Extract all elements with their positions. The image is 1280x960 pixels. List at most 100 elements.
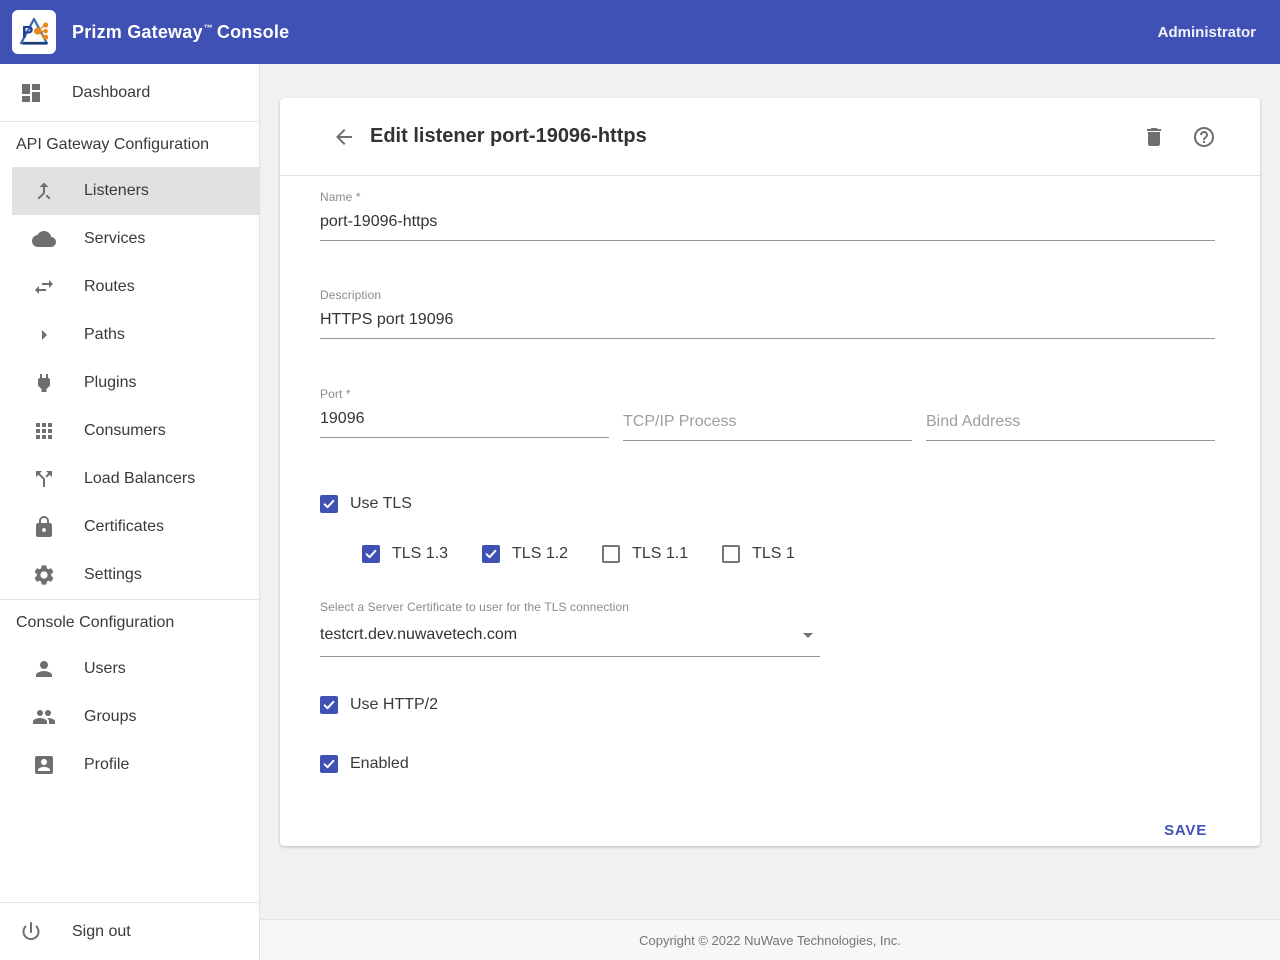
sidebar-item-profile[interactable]: Profile [0,741,259,789]
checkbox-box [482,545,500,563]
arrow-right-icon [32,323,56,347]
gear-icon [32,563,56,587]
use-http2-row: Use HTTP/2 [320,696,1215,717]
swap-horizontal-icon [32,275,56,299]
sidebar-item-label: Paths [84,326,125,344]
person-icon [32,657,56,681]
sidebar-item-label: Settings [84,566,142,584]
app-bar: P Prizm Gateway™ Console Administrator [0,0,1280,64]
current-user-label[interactable]: Administrator [1158,24,1256,41]
dashboard-icon [19,81,43,105]
tls-1-3-checkbox[interactable]: TLS 1.3 [362,545,448,563]
description-input[interactable] [320,302,1215,339]
checkbox-label: Enabled [350,755,409,773]
call-split-icon [32,467,56,491]
enabled-row: Enabled [320,755,1215,776]
back-button[interactable] [332,125,356,149]
brand-name: Prizm Gateway [72,22,203,42]
sidebar-item-consumers[interactable]: Consumers [0,407,259,455]
sidebar-item-label: Routes [84,278,135,296]
check-icon [322,698,336,712]
tcpip-process-field-group [623,387,912,441]
prizm-logo-icon: P [15,13,53,51]
checkbox-box [320,495,338,513]
sidebar-item-settings[interactable]: Settings [0,551,259,599]
checkbox-label: TLS 1.2 [512,545,568,563]
power-plug-icon [32,371,56,395]
trademark-symbol: ™ [204,23,213,33]
app-window: P Prizm Gateway™ Console Administrator [0,0,1280,960]
certificate-field-label: Select a Server Certificate to user for … [320,600,820,614]
checkbox-box [602,545,620,563]
tls-1-checkbox[interactable]: TLS 1 [722,545,795,563]
sign-out-button[interactable]: Sign out [0,903,259,960]
sidebar-item-label: Users [84,660,126,678]
tcpip-process-input[interactable] [623,404,912,441]
tls-1-2-checkbox[interactable]: TLS 1.2 [482,545,568,563]
name-field-group: Name * [320,190,1215,241]
sidebar-item-paths[interactable]: Paths [0,311,259,359]
apps-grid-icon [32,419,56,443]
power-icon [19,920,43,944]
people-icon [32,705,56,729]
sidebar-item-dashboard[interactable]: Dashboard [0,64,259,121]
checkbox-box [362,545,380,563]
account-box-icon [32,753,56,777]
checkbox-box [320,696,338,714]
sidebar-item-label: Services [84,230,145,248]
certificate-selected-value: testcrt.dev.nuwavetech.com [320,626,796,644]
sidebar-item-certificates[interactable]: Certificates [0,503,259,551]
brand-suffix: Console [217,22,289,42]
save-button[interactable]: SAVE [1156,814,1215,847]
sidebar-section-console-config: Console Configuration [0,600,259,645]
sidebar: Dashboard API Gateway Configuration List… [0,64,260,960]
footer-copyright: Copyright © 2022 NuWave Technologies, In… [260,919,1280,960]
bind-address-field-group [926,387,1215,441]
check-icon [364,547,378,561]
sidebar-item-routes[interactable]: Routes [0,263,259,311]
check-icon [484,547,498,561]
description-field-label: Description [320,288,1215,302]
checkbox-label: Use TLS [350,495,412,513]
sidebar-section-api-gateway: API Gateway Configuration [0,122,259,167]
name-input[interactable] [320,204,1215,241]
save-row: SAVE [320,814,1215,847]
sidebar-item-users[interactable]: Users [0,645,259,693]
sidebar-item-label: Certificates [84,518,164,536]
page-title: Edit listener port-19096-https [370,125,647,148]
checkbox-label: TLS 1 [752,545,795,563]
help-button[interactable] [1192,125,1216,149]
main-content: Edit listener port-19096-https Name * [260,64,1280,960]
checkbox-label: Use HTTP/2 [350,696,438,714]
lock-icon [32,515,56,539]
sidebar-item-services[interactable]: Services [0,215,259,263]
listener-form: Name * Description Port * [280,176,1260,847]
port-input[interactable] [320,401,609,438]
bind-address-input[interactable] [926,404,1215,441]
sidebar-item-load-balancers[interactable]: Load Balancers [0,455,259,503]
sidebar-item-label: Groups [84,708,136,726]
delete-button[interactable] [1142,125,1166,149]
enabled-checkbox[interactable]: Enabled [320,755,409,773]
sidebar-item-groups[interactable]: Groups [0,693,259,741]
certificate-field-group: Select a Server Certificate to user for … [320,600,820,657]
tls-1-1-checkbox[interactable]: TLS 1.1 [602,545,688,563]
use-http2-checkbox[interactable]: Use HTTP/2 [320,696,438,714]
app-title: Prizm Gateway™ Console [72,22,289,43]
use-tls-row: Use TLS [320,495,1215,516]
chevron-down-icon [796,623,820,647]
sidebar-item-label: Consumers [84,422,166,440]
name-field-label: Name * [320,190,1215,204]
use-tls-checkbox[interactable]: Use TLS [320,495,412,513]
checkbox-box [722,545,740,563]
svg-text:P: P [22,22,34,42]
checkbox-label: TLS 1.3 [392,545,448,563]
port-row: Port * [320,387,1215,441]
sidebar-item-plugins[interactable]: Plugins [0,359,259,407]
check-icon [322,757,336,771]
certificate-select[interactable]: testcrt.dev.nuwavetech.com [320,614,820,657]
sidebar-item-label: Dashboard [72,84,150,102]
sidebar-item-listeners[interactable]: Listeners [12,167,259,215]
checkbox-label: TLS 1.1 [632,545,688,563]
cloud-icon [32,227,56,251]
